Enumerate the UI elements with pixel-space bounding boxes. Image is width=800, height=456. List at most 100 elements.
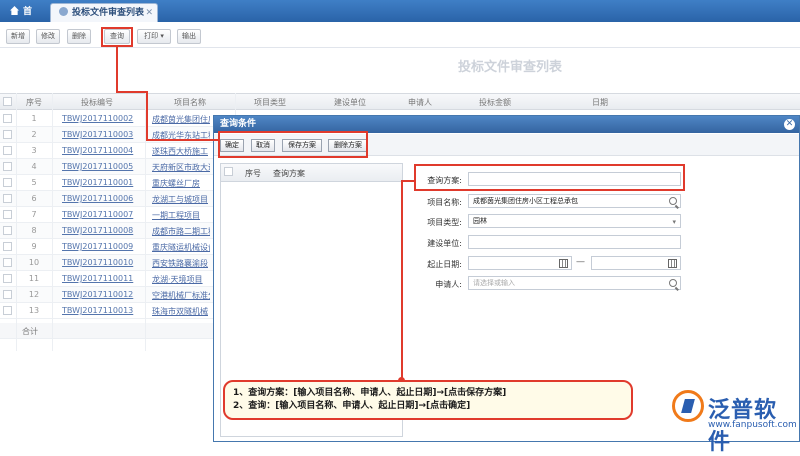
end-date-input[interactable]: [591, 256, 681, 270]
export-button[interactable]: 输出: [177, 29, 201, 44]
table-header: 序号 投标编号 项目名称 项目类型 建设单位 申请人 投标金额 日期: [0, 93, 800, 110]
row-no: 6: [31, 194, 37, 203]
project-name-link[interactable]: 龙湖工与城项目: [152, 194, 210, 205]
bid-code-link[interactable]: TBWJ2017110013: [62, 306, 133, 315]
project-label: 项目名称:: [427, 198, 462, 207]
row-no: 3: [31, 146, 37, 155]
project-name-link[interactable]: 成都市路二期工程: [152, 226, 210, 237]
print-label: 打印: [144, 32, 159, 40]
chevron-down-icon: ▾: [672, 218, 676, 226]
dialog-title: 查询条件: [220, 119, 257, 129]
row-checkbox[interactable]: [3, 274, 12, 283]
add-button[interactable]: 新增: [6, 29, 30, 44]
bid-code-link[interactable]: TBWJ2017110006: [62, 194, 133, 203]
row-checkbox[interactable]: [3, 162, 12, 171]
col-no: 序号: [26, 98, 42, 107]
row-checkbox[interactable]: [3, 114, 12, 123]
tab-bid-review-list[interactable]: 投标文件审查列表 ✕: [50, 3, 158, 22]
applicant-placeholder: 请选择或输入: [473, 279, 515, 287]
brand-url: www.fanpusoft.com: [708, 420, 797, 430]
col-amount: 投标金额: [479, 98, 511, 107]
bid-code-link[interactable]: TBWJ2017110011: [62, 274, 133, 283]
plan-col-no: 序号: [245, 169, 261, 178]
project-name-link[interactable]: 遂珠西大桥施工: [152, 146, 210, 157]
bid-code-link[interactable]: TBWJ2017110010: [62, 258, 133, 267]
plan-col-name: 查询方案: [273, 169, 305, 178]
page-icon: [59, 7, 68, 16]
row-checkbox[interactable]: [3, 146, 12, 155]
tab-bar: 首页 投标文件审查列表 ✕: [0, 0, 800, 35]
row-no: 12: [28, 290, 40, 299]
construction-unit-input[interactable]: [468, 235, 681, 249]
tab-active-label: 投标文件审查列表: [72, 8, 145, 18]
bid-code-link[interactable]: TBWJ2017110001: [62, 178, 133, 187]
row-checkbox[interactable]: [3, 178, 12, 187]
project-name-value: 成都茵光集团住房小区工程总承包: [473, 197, 578, 205]
note-line-2: 2、查询：[输入项目名称、申请人、起止日期]→[点击确定]: [233, 401, 471, 411]
start-date-input[interactable]: [468, 256, 572, 270]
date-label: 起止日期:: [427, 260, 462, 269]
row-checkbox[interactable]: [3, 210, 12, 219]
row-checkbox[interactable]: [3, 258, 12, 267]
bid-code-link[interactable]: TBWJ2017110004: [62, 146, 133, 155]
plan-select-all-checkbox[interactable]: [224, 167, 233, 176]
bid-code-link[interactable]: TBWJ2017110003: [62, 130, 133, 139]
edit-button[interactable]: 修改: [36, 29, 60, 44]
applicant-input[interactable]: 请选择或输入: [468, 276, 681, 290]
tab-home[interactable]: 首页: [2, 3, 46, 35]
type-label: 项目类型:: [427, 218, 462, 227]
dialog-close-icon[interactable]: ✕: [784, 119, 795, 130]
unit-label: 建设单位:: [427, 239, 462, 248]
project-name-link[interactable]: 重庆隧运机械设备: [152, 242, 210, 253]
delete-button[interactable]: 删除: [67, 29, 91, 44]
row-no: 11: [28, 274, 40, 283]
plan-list-header: 序号 查询方案: [221, 164, 402, 182]
col-unit: 建设单位: [334, 98, 366, 107]
bid-code-link[interactable]: TBWJ2017110008: [62, 226, 133, 235]
list-title: 投标文件审查列表: [457, 60, 562, 75]
project-name-link[interactable]: 龙湖·天境项目: [152, 274, 210, 285]
project-name-link[interactable]: 西安铁路襄渝段: [152, 258, 210, 269]
row-checkbox[interactable]: [3, 226, 12, 235]
query-button-highlight: [101, 27, 133, 47]
project-name-link[interactable]: 空港机械厂标准分: [152, 290, 210, 301]
project-name-link[interactable]: 天府新区市政大道: [152, 162, 210, 173]
project-name-link[interactable]: 一期工程项目: [152, 210, 210, 221]
close-icon[interactable]: ✕: [145, 4, 153, 22]
bid-code-link[interactable]: TBWJ2017110007: [62, 210, 133, 219]
col-code: 投标编号: [81, 98, 113, 107]
applicant-label: 申请人:: [435, 280, 462, 289]
row-checkbox[interactable]: [3, 290, 12, 299]
project-type-value: 园林: [473, 217, 487, 225]
project-name-link[interactable]: 珠海市双隧机械: [152, 306, 210, 317]
row-no: 2: [31, 130, 37, 139]
select-all-checkbox[interactable]: [3, 97, 12, 106]
bid-code-link[interactable]: TBWJ2017110002: [62, 114, 133, 123]
project-type-select[interactable]: 园林 ▾: [468, 214, 681, 228]
search-icon[interactable]: [669, 279, 677, 287]
row-checkbox[interactable]: [3, 306, 12, 315]
project-name-link[interactable]: 重庆螺丝厂房: [152, 178, 210, 189]
project-name-input[interactable]: 成都茵光集团住房小区工程总承包: [468, 194, 681, 208]
row-no: 1: [31, 114, 37, 123]
date-separator: —: [576, 257, 585, 267]
row-no: 10: [28, 258, 40, 267]
row-checkbox[interactable]: [3, 130, 12, 139]
row-checkbox[interactable]: [3, 194, 12, 203]
col-project: 项目名称: [174, 98, 206, 107]
print-button[interactable]: 打印 ▾: [137, 29, 171, 44]
calendar-icon[interactable]: [668, 259, 677, 268]
col-date: 日期: [592, 98, 608, 107]
row-no: 8: [31, 226, 37, 235]
bid-code-link[interactable]: TBWJ2017110012: [62, 290, 133, 299]
note-line-1: 1、查询方案：[输入项目名称、申请人、起止日期]→[点击保存方案]: [233, 388, 507, 398]
row-no: 13: [28, 306, 40, 315]
bid-code-link[interactable]: TBWJ2017110005: [62, 162, 133, 171]
bid-code-link[interactable]: TBWJ2017110009: [62, 242, 133, 251]
brand-logo-icon: [672, 390, 704, 422]
col-type: 项目类型: [254, 98, 286, 107]
project-name-link[interactable]: 成都茵光集团住房: [152, 114, 210, 125]
row-checkbox[interactable]: [3, 242, 12, 251]
calendar-icon[interactable]: [559, 259, 568, 268]
search-icon[interactable]: [669, 197, 677, 205]
